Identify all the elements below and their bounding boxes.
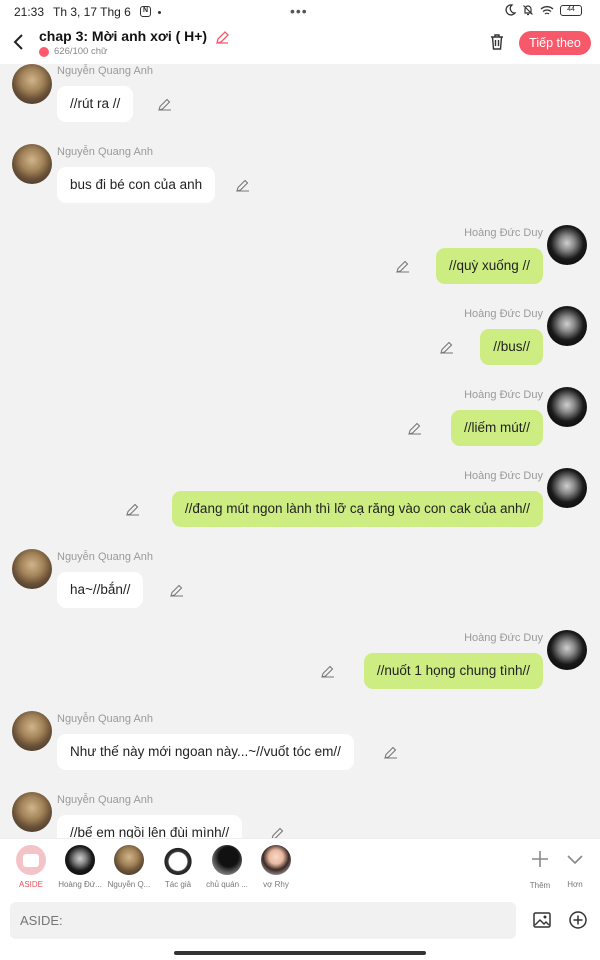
chevron-down-icon [567,855,583,865]
chapter-header: chap 3: Mời anh xơi ( H+) 626/100 chữ Ti… [0,24,600,64]
character-hoang-duc-duy[interactable]: Hoàng Đứ... [58,845,102,889]
back-arrow-icon[interactable] [12,32,26,52]
edit-message-icon[interactable] [170,583,184,597]
avatar[interactable] [547,468,587,508]
character-nguyen-quang-anh[interactable]: Nguyễn Q... [107,845,151,889]
home-indicator[interactable] [174,951,426,955]
avatar [163,845,193,875]
chapter-title[interactable]: chap 3: Mời anh xơi ( H+) [39,28,230,45]
avatar[interactable] [547,225,587,265]
avatar[interactable] [12,711,52,751]
message-input-container [10,902,516,939]
edit-message-icon[interactable] [408,421,422,435]
notification-dot-icon [158,11,161,14]
character-shop-owner[interactable]: chủ quán ... [205,845,249,889]
avatar[interactable] [12,64,52,104]
more-characters-button[interactable]: Hơn [553,845,597,889]
message-bubble[interactable]: ha~//bắn// [57,572,144,608]
chat-area[interactable]: Nguyễn Quang Anh //rút ra // Nguyễn Quan… [0,64,600,838]
sender-name: Hoàng Đức Duy [464,470,543,482]
character-label: chủ quán ... [206,880,248,889]
avatar[interactable] [547,387,587,427]
message-bubble[interactable]: //bế em ngồi lên đùi mình// [57,815,243,838]
character-label: vợ Rhy [263,880,289,889]
avatar[interactable] [547,306,587,346]
battery-icon: 44 [560,4,582,16]
avatar[interactable] [12,792,52,832]
moon-icon [505,4,516,16]
edit-message-icon[interactable] [126,502,140,516]
message-bubble[interactable]: //bus// [480,329,543,365]
edit-message-icon[interactable] [158,97,172,111]
avatar[interactable] [547,630,587,670]
trash-icon[interactable] [488,33,506,51]
message-bubble[interactable]: //rút ra // [57,86,134,122]
word-count: 626/100 chữ [39,46,107,57]
status-date: Th 3, 17 Thg 6 [53,5,131,19]
aside-icon [16,845,46,875]
edit-title-icon[interactable] [215,30,230,45]
character-label: Tác giả [164,880,192,889]
avatar [261,845,291,875]
bell-off-icon [523,5,533,16]
sender-name: Hoàng Đức Duy [464,389,543,401]
edit-message-icon[interactable] [396,259,410,273]
image-icon[interactable] [532,910,552,930]
status-time: 21:33 [14,5,45,19]
sender-name: Nguyễn Quang Anh [57,146,154,158]
message-bubble[interactable]: //liếm mút// [450,410,543,446]
message-bubble[interactable]: //nuốt 1 họng chung tình// [363,653,543,689]
character-bar: ASIDE Hoàng Đứ... Nguyễn Q... Tác giả ch… [0,838,600,896]
plus-icon [532,851,548,867]
message-bubble[interactable]: Như thế này mới ngoan này...~//vuốt tóc … [57,734,354,770]
sender-name: Hoàng Đức Duy [464,227,543,239]
message-bubble[interactable]: //quỳ xuống // [435,248,543,284]
edit-message-icon[interactable] [384,745,398,759]
edit-message-icon[interactable] [271,826,285,838]
edit-message-icon[interactable] [321,664,335,678]
character-label: Hoàng Đứ... [58,880,102,889]
chapter-title-text: chap 3: Mời anh xơi ( H+) [39,28,208,44]
next-button[interactable]: Tiếp theo [519,31,591,55]
sender-name: Nguyễn Quang Anh [57,713,154,725]
message-input[interactable] [10,902,516,939]
avatar[interactable] [12,144,52,184]
character-aside[interactable]: ASIDE [9,845,53,889]
avatar [65,845,95,875]
avatar [114,845,144,875]
message-bubble[interactable]: bus đi bé con của anh [57,167,216,203]
wifi-icon [540,5,554,15]
add-circle-icon[interactable] [568,910,588,930]
avatar [212,845,242,875]
status-bar: 21:33 Th 3, 17 Thg 6 N ••• 44 [0,0,600,24]
edit-message-icon[interactable] [236,178,250,192]
character-label: ASIDE [18,880,43,889]
sender-name: Nguyễn Quang Anh [57,551,154,563]
sender-name: Hoàng Đức Duy [464,308,543,320]
avatar[interactable] [12,549,52,589]
more-label: Hơn [567,880,583,889]
edit-message-icon[interactable] [440,340,454,354]
character-author[interactable]: Tác giả [156,845,200,889]
sender-name: Hoàng Đức Duy [464,632,543,644]
sender-name: Nguyễn Quang Anh [57,794,154,806]
pen-badge-icon [39,46,49,57]
status-more-icon: ••• [290,3,308,19]
message-bubble[interactable]: //đang mút ngon lành thì lỡ cạ răng vào … [171,491,543,527]
sender-name: Nguyễn Quang Anh [57,65,154,77]
character-vo-rhy[interactable]: vợ Rhy [254,845,298,889]
app-notification-icon: N [140,6,151,17]
word-count-text: 626/100 chữ [54,46,108,57]
character-label: Nguyễn Q... [107,880,151,889]
